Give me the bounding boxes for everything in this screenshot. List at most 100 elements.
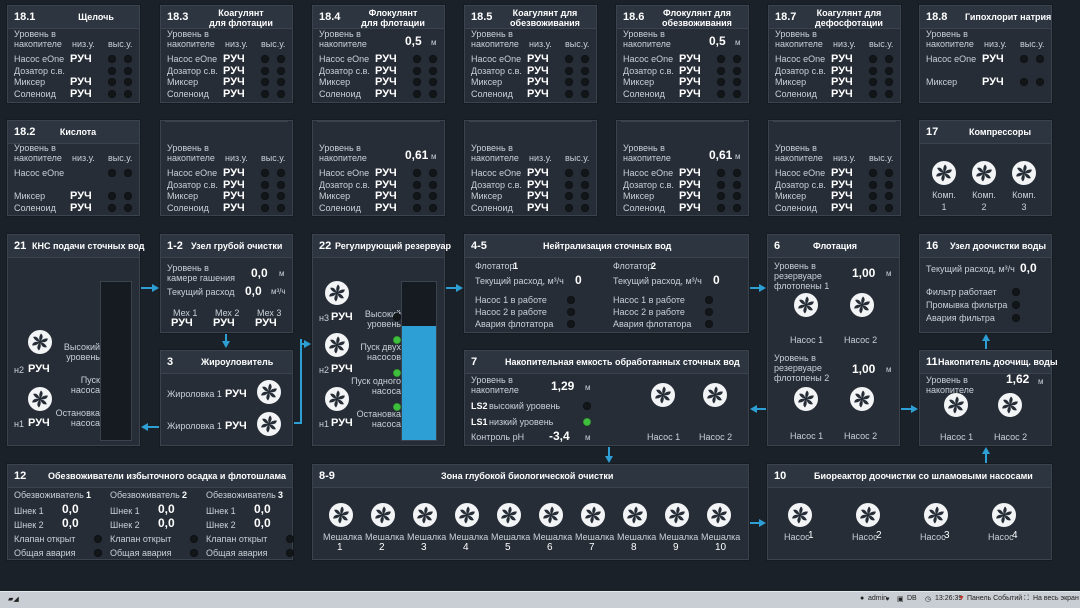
mixer-fan-icon[interactable] bbox=[329, 503, 353, 527]
mode-value[interactable]: РУЧ bbox=[679, 179, 701, 191]
mode-value[interactable]: РУЧ bbox=[70, 202, 92, 214]
mode-value[interactable]: РУЧ bbox=[679, 65, 701, 77]
mixer-fan-icon[interactable] bbox=[707, 503, 731, 527]
mode-value[interactable]: РУЧ bbox=[375, 53, 397, 65]
mode-value[interactable]: РУЧ bbox=[527, 202, 549, 214]
pump-mode[interactable]: РУЧ bbox=[28, 363, 50, 375]
mode-value[interactable]: РУЧ bbox=[527, 190, 549, 202]
mode-value[interactable]: РУЧ bbox=[70, 190, 92, 202]
clean-pump-icon[interactable] bbox=[944, 393, 968, 417]
mode-value[interactable]: РУЧ bbox=[527, 179, 549, 191]
pump-mode[interactable]: РУЧ bbox=[331, 363, 353, 375]
storage-pump-icon[interactable] bbox=[703, 383, 727, 407]
storage-pump-icon[interactable] bbox=[651, 383, 675, 407]
mode-value[interactable]: РУЧ bbox=[527, 167, 549, 179]
mode-value[interactable]: РУЧ bbox=[679, 76, 701, 88]
reg-pump-icon[interactable] bbox=[325, 281, 349, 305]
user-label[interactable]: admin bbox=[868, 595, 887, 602]
mode-value[interactable]: РУЧ bbox=[375, 167, 397, 179]
mode-value[interactable]: РУЧ bbox=[223, 76, 245, 88]
mode-value[interactable]: РУЧ bbox=[375, 88, 397, 100]
mode-value[interactable]: РУЧ bbox=[831, 76, 853, 88]
pump-mode[interactable]: РУЧ bbox=[28, 417, 50, 429]
mode-value[interactable]: РУЧ bbox=[831, 190, 853, 202]
mechanism-mode[interactable]: РУЧ bbox=[255, 317, 277, 329]
bioreactor-pump-icon[interactable] bbox=[788, 503, 812, 527]
bioreactor-pump-icon[interactable] bbox=[992, 503, 1016, 527]
grease-trap-mode[interactable]: РУЧ bbox=[225, 420, 247, 432]
bioreactor-pump-icon[interactable] bbox=[856, 503, 880, 527]
mode-value[interactable]: РУЧ bbox=[831, 88, 853, 100]
mixer-fan-icon[interactable] bbox=[371, 503, 395, 527]
mode-value[interactable]: РУЧ bbox=[527, 65, 549, 77]
mixer-fan-icon[interactable] bbox=[581, 503, 605, 527]
mode-value[interactable]: РУЧ bbox=[223, 190, 245, 202]
mode-value[interactable]: РУЧ bbox=[70, 53, 92, 65]
mixer-fan-icon[interactable] bbox=[539, 503, 563, 527]
mixer-fan-icon[interactable] bbox=[413, 503, 437, 527]
status-label: Насос 1 в работе bbox=[475, 295, 547, 305]
mechanism-mode[interactable]: РУЧ bbox=[171, 317, 193, 329]
dewaterer-row-label: Клапан открыт bbox=[14, 534, 76, 544]
mode-value[interactable]: РУЧ bbox=[375, 179, 397, 191]
mixer-fan-icon[interactable] bbox=[623, 503, 647, 527]
grease-pump-icon[interactable] bbox=[257, 412, 281, 436]
device-label: Соленоид bbox=[14, 202, 56, 213]
mode-value[interactable]: РУЧ bbox=[375, 76, 397, 88]
mode-value[interactable]: РУЧ bbox=[679, 53, 701, 65]
mode-value[interactable]: РУЧ bbox=[375, 65, 397, 77]
mode-value[interactable]: РУЧ bbox=[831, 202, 853, 214]
bioreactor-pump-icon[interactable] bbox=[924, 503, 948, 527]
mode-value[interactable]: РУЧ bbox=[831, 53, 853, 65]
mode-value[interactable]: РУЧ bbox=[527, 76, 549, 88]
reg-pump-icon[interactable] bbox=[325, 333, 349, 357]
pump-n1-icon[interactable] bbox=[28, 387, 52, 411]
flot-pump-icon[interactable] bbox=[794, 293, 818, 317]
compressor-fan-icon[interactable] bbox=[972, 161, 996, 185]
flot-pump-icon[interactable] bbox=[794, 387, 818, 411]
mode-value[interactable]: РУЧ bbox=[70, 76, 92, 88]
clean-pump-icon[interactable] bbox=[998, 393, 1022, 417]
mode-value[interactable]: РУЧ bbox=[375, 202, 397, 214]
mode-value[interactable]: РУЧ bbox=[679, 88, 701, 100]
mode-value[interactable]: РУЧ bbox=[831, 179, 853, 191]
level-label: Уровень в накопителе bbox=[14, 29, 62, 49]
mode-value[interactable]: РУЧ bbox=[679, 190, 701, 202]
start-icon[interactable]: ▰◢ bbox=[8, 595, 19, 603]
mode-value[interactable]: РУЧ bbox=[223, 65, 245, 77]
mode-value[interactable]: РУЧ bbox=[679, 202, 701, 214]
compressor-fan-icon[interactable] bbox=[932, 161, 956, 185]
mode-value[interactable]: РУЧ bbox=[70, 88, 92, 100]
mode-value[interactable]: РУЧ bbox=[831, 65, 853, 77]
flot-pump-icon[interactable] bbox=[850, 293, 874, 317]
mode-value[interactable]: РУЧ bbox=[223, 167, 245, 179]
grease-trap-mode[interactable]: РУЧ bbox=[225, 388, 247, 400]
flot-pump-icon[interactable] bbox=[850, 387, 874, 411]
mechanism-mode[interactable]: РУЧ bbox=[213, 317, 235, 329]
mode-value[interactable]: РУЧ bbox=[831, 167, 853, 179]
mode-value[interactable]: РУЧ bbox=[375, 190, 397, 202]
user-dropdown-icon[interactable]: ▾ bbox=[886, 595, 890, 603]
mixer-fan-icon[interactable] bbox=[665, 503, 689, 527]
panel-number: 6 bbox=[774, 240, 781, 252]
events-button[interactable]: Панель Событий bbox=[967, 595, 1022, 602]
mode-value[interactable]: РУЧ bbox=[527, 88, 549, 100]
grease-pump-icon[interactable] bbox=[257, 380, 281, 404]
mixer-fan-icon[interactable] bbox=[455, 503, 479, 527]
fullscreen-button[interactable]: На весь экран bbox=[1033, 595, 1079, 602]
reg-pump-icon[interactable] bbox=[325, 387, 349, 411]
mode-value[interactable]: РУЧ bbox=[223, 88, 245, 100]
pump-mode[interactable]: РУЧ bbox=[331, 311, 353, 323]
status-indicator bbox=[108, 89, 116, 98]
mode-value[interactable]: РУЧ bbox=[982, 53, 1004, 65]
mode-value[interactable]: РУЧ bbox=[527, 53, 549, 65]
pump-n2-icon[interactable] bbox=[28, 330, 52, 354]
mode-value[interactable]: РУЧ bbox=[223, 202, 245, 214]
mode-value[interactable]: РУЧ bbox=[982, 76, 1004, 88]
mode-value[interactable]: РУЧ bbox=[679, 167, 701, 179]
compressor-fan-icon[interactable] bbox=[1012, 161, 1036, 185]
mode-value[interactable]: РУЧ bbox=[223, 179, 245, 191]
mode-value[interactable]: РУЧ bbox=[223, 53, 245, 65]
mixer-fan-icon[interactable] bbox=[497, 503, 521, 527]
pump-mode[interactable]: РУЧ bbox=[331, 417, 353, 429]
